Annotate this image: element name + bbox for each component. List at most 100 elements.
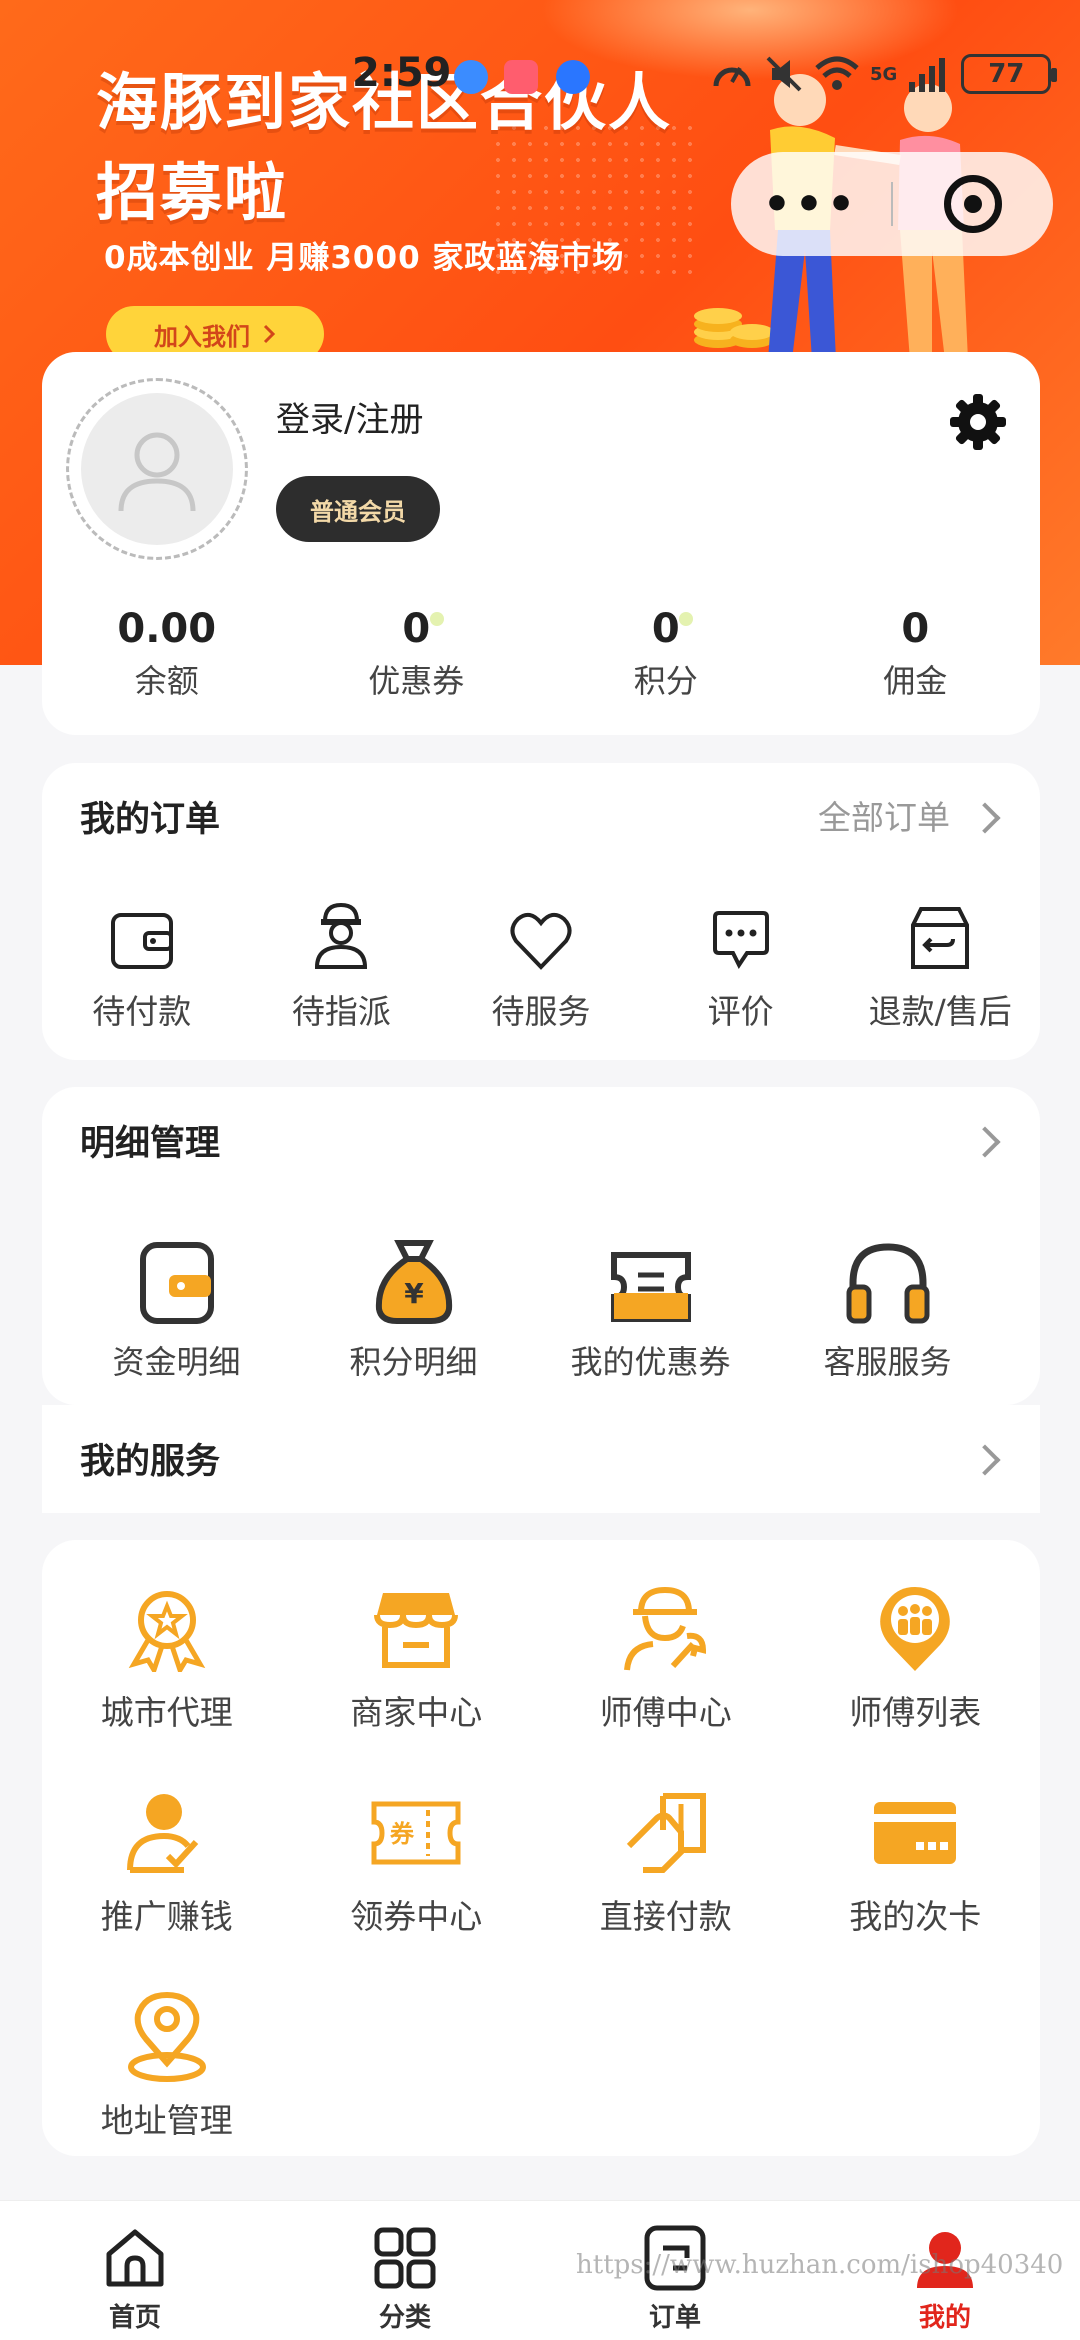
tab-label: 订单 — [648, 2303, 701, 2333]
service-label: 师傅列表 — [849, 1693, 982, 1732]
tab-home[interactable]: 首页 — [0, 2201, 270, 2340]
tab-label: 分类 — [378, 2303, 431, 2333]
fund-details[interactable]: 资金明细 — [58, 1235, 295, 1383]
card-icon — [874, 1802, 957, 1864]
service-label: 城市代理 — [100, 1693, 233, 1732]
status-right: 5G 77 — [710, 54, 1058, 94]
notification-dot — [679, 612, 693, 626]
home-icon — [106, 2229, 164, 2287]
book-app-icon — [504, 60, 538, 94]
tab-category[interactable]: 分类 — [270, 2201, 540, 2340]
svg-text:¥: ¥ — [404, 1277, 424, 1310]
signal-icon — [909, 58, 946, 92]
all-orders-link[interactable]: 全部订单 — [818, 791, 950, 839]
wallet-icon — [110, 913, 173, 969]
service-label: 领券中心 — [350, 1897, 483, 1936]
stat-points[interactable]: 0 积分 — [541, 606, 791, 702]
stat-balance[interactable]: 0.00 余额 — [42, 606, 292, 702]
stat-value: 0 — [651, 606, 680, 652]
stat-label: 佣金 — [883, 662, 948, 700]
order-pending-service[interactable]: 待服务 — [441, 901, 641, 1033]
section-title-orders: 我的订单 — [80, 800, 221, 840]
login-register-link[interactable]: 登录/注册 — [276, 392, 423, 441]
wifi-icon — [815, 56, 859, 90]
order-label: 退款/售后 — [868, 992, 1012, 1031]
close-miniprogram-button[interactable] — [893, 175, 1053, 233]
status-time: 2:59 — [352, 50, 452, 96]
speed-gauge-icon — [713, 67, 751, 87]
promote-user-icon — [126, 1794, 198, 1873]
bulb-app-icon — [556, 60, 590, 94]
service-technician-center[interactable]: 师傅中心 — [541, 1580, 791, 1744]
wallet-icon — [139, 1242, 214, 1324]
technician-icon — [623, 1586, 706, 1671]
stat-label: 优惠券 — [368, 662, 465, 700]
chevron-right-icon — [263, 324, 276, 344]
grid-icon — [374, 2227, 436, 2289]
detail-label: 积分明细 — [349, 1343, 478, 1381]
gear-icon[interactable] — [948, 392, 1008, 452]
network-type: 5G — [870, 63, 898, 85]
stat-label: 余额 — [134, 662, 199, 700]
order-label: 评价 — [707, 992, 774, 1031]
detail-label: 客服服务 — [823, 1343, 952, 1381]
headphones-icon — [846, 1243, 929, 1324]
service-label: 我的次卡 — [849, 1897, 982, 1936]
chevron-right-icon[interactable] — [969, 1444, 1001, 1476]
order-status-row: 待付款 待指派 待服务 评价 退款/售后 — [42, 901, 1040, 1033]
service-merchant-center[interactable]: 商家中心 — [292, 1580, 542, 1744]
order-review[interactable]: 评价 — [641, 901, 841, 1033]
member-level-badge: 普通会员 — [276, 476, 440, 542]
chevron-right-icon — [969, 802, 1001, 834]
detail-label: 我的优惠券 — [570, 1343, 731, 1381]
service-direct-pay[interactable]: 直接付款 — [541, 1784, 791, 1948]
stat-coupons[interactable]: 0 优惠券 — [292, 606, 542, 702]
notification-dot — [429, 612, 444, 626]
order-pending-assign[interactable]: 待指派 — [242, 901, 442, 1033]
stat-commission[interactable]: 0 佣金 — [791, 606, 1041, 702]
service-my-card[interactable]: 我的次卡 — [791, 1784, 1041, 1948]
stat-value: 0 — [901, 606, 930, 652]
order-pending-payment[interactable]: 待付款 — [42, 901, 242, 1033]
order-label: 待服务 — [491, 992, 591, 1031]
join-us-label: 加入我们 — [154, 322, 250, 351]
service-coupon-center[interactable]: 券 领券中心 — [292, 1784, 542, 1948]
miniprogram-capsule[interactable]: ••• — [731, 152, 1053, 256]
avatar[interactable] — [66, 378, 248, 560]
store-icon — [374, 1593, 459, 1668]
heart-icon — [510, 912, 572, 970]
watermark-text: https://www.huzhan.com/ishop40340 — [576, 2250, 1064, 2280]
service-label: 地址管理 — [100, 2101, 233, 2140]
refund-box-icon — [911, 907, 970, 969]
my-orders-card: 我的订单 全部订单 待付款 待指派 待服务 评价 退款/售后 — [42, 763, 1040, 1060]
profile-card: 登录/注册 普通会员 0.00 余额 0 优惠券 0 积分 0 佣金 — [42, 352, 1040, 735]
section-title-services: 我的服务 — [80, 1442, 221, 1482]
points-details[interactable]: ¥ 积分明细 — [295, 1235, 532, 1383]
more-options-button[interactable]: ••• — [731, 179, 891, 230]
detail-row: 资金明细 ¥ 积分明细 我的优惠券 客服服务 — [42, 1235, 1040, 1383]
worker-icon — [315, 902, 368, 969]
my-services-grid: 城市代理 商家中心 师傅中心 师傅列表 推广赚钱 券 领券中心 直接付款 我的次 — [42, 1540, 1040, 2156]
service-address-management[interactable]: 地址管理 — [42, 1988, 292, 2152]
detail-management-card: 明细管理 资金明细 ¥ 积分明细 我的优惠券 客服服务 — [42, 1087, 1040, 1405]
medal-icon — [128, 1591, 206, 1672]
service-label: 推广赚钱 — [100, 1897, 233, 1936]
mute-icon — [766, 56, 802, 92]
service-label: 师傅中心 — [599, 1693, 732, 1732]
service-technician-list[interactable]: 师傅列表 — [791, 1580, 1041, 1744]
customer-service[interactable]: 客服服务 — [769, 1235, 1006, 1383]
my-coupons[interactable]: 我的优惠券 — [532, 1235, 769, 1383]
chevron-right-icon[interactable] — [969, 1126, 1001, 1158]
target-close-icon — [944, 175, 1002, 233]
coupon-icon — [610, 1252, 691, 1322]
account-stats: 0.00 余额 0 优惠券 0 积分 0 佣金 — [42, 606, 1040, 702]
service-city-agent[interactable]: 城市代理 — [42, 1580, 292, 1744]
pay-card-icon — [626, 1793, 706, 1873]
money-bag-icon: ¥ — [375, 1240, 452, 1324]
services-grid: 城市代理 商家中心 师傅中心 师傅列表 推广赚钱 券 领券中心 直接付款 我的次 — [42, 1580, 1040, 2152]
order-refund-aftersale[interactable]: 退款/售后 — [840, 901, 1040, 1033]
service-promote-earn[interactable]: 推广赚钱 — [42, 1784, 292, 1948]
banner-subtitle: 0成本创业 月赚3000 家政蓝海市场 — [104, 240, 625, 276]
avatar-placeholder — [81, 393, 233, 545]
comment-icon — [712, 911, 769, 969]
